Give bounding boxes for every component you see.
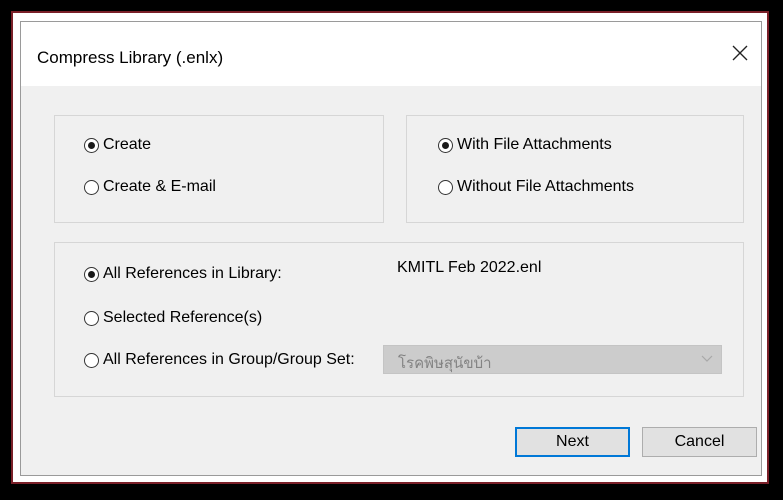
action-group <box>54 115 384 223</box>
radio-button[interactable] <box>84 179 99 195</box>
close-icon <box>732 45 748 61</box>
cancel-button[interactable]: Cancel <box>642 427 757 457</box>
radio-all-references-group[interactable]: All References in Group/Group Set: <box>84 349 355 371</box>
close-button[interactable] <box>723 36 757 70</box>
radio-button[interactable] <box>438 179 453 195</box>
chevron-down-icon <box>701 355 713 362</box>
radio-with-attachments[interactable]: With File Attachments <box>438 134 612 156</box>
radio-create-email[interactable]: Create & E-mail <box>84 176 216 198</box>
radio-without-attachments-label: Without File Attachments <box>457 178 634 195</box>
radio-create-email-label: Create & E-mail <box>103 178 216 195</box>
compress-library-dialog: Compress Library (.enlx) Create Create &… <box>20 21 762 476</box>
group-select-value: โรคพิษสุนัขบ้า <box>398 355 492 372</box>
radio-selected-references[interactable]: Selected Reference(s) <box>84 307 262 329</box>
radio-create[interactable]: Create <box>84 134 151 156</box>
radio-button[interactable] <box>84 310 99 326</box>
dialog-titlebar: Compress Library (.enlx) <box>21 22 761 86</box>
radio-all-references-library[interactable]: All References in Library: <box>84 263 282 285</box>
dialog-title: Compress Library (.enlx) <box>37 48 224 67</box>
radio-with-attachments-label: With File Attachments <box>457 136 612 153</box>
group-select-dropdown[interactable]: โรคพิษสุนัขบ้า <box>383 345 722 374</box>
radio-all-references-group-label: All References in Group/Group Set: <box>103 351 355 368</box>
radio-button-checked[interactable] <box>84 137 99 153</box>
radio-selected-references-label: Selected Reference(s) <box>103 309 263 326</box>
radio-button-checked[interactable] <box>438 137 453 153</box>
radio-without-attachments[interactable]: Without File Attachments <box>438 176 634 198</box>
next-button[interactable]: Next <box>515 427 630 457</box>
attachment-group <box>406 115 744 223</box>
radio-create-label: Create <box>103 136 152 153</box>
library-name: KMITL Feb 2022.enl <box>397 259 542 276</box>
radio-button-checked[interactable] <box>84 266 99 282</box>
radio-button[interactable] <box>84 352 99 368</box>
radio-all-references-library-label: All References in Library: <box>103 265 282 282</box>
